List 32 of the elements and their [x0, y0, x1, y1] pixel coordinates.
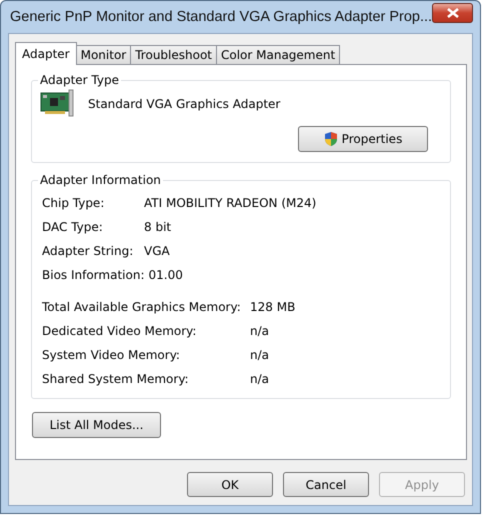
info-value: 01.00 [148, 268, 183, 282]
dialog-button[interactable]: OK [187, 472, 273, 497]
info-value: ATI MOBILITY RADEON (M24) [144, 196, 316, 210]
list-modes-button[interactable]: List All Modes... [32, 412, 161, 438]
window-title: Generic PnP Monitor and Standard VGA Graphics Adapter Prop... [9, 9, 432, 25]
group-title: Adapter Information [39, 173, 162, 187]
memory-label: Shared System Memory: [42, 372, 190, 386]
info-label: DAC Type: [42, 220, 104, 234]
adapter-name: Standard VGA Graphics Adapter [88, 97, 280, 111]
group-title: Adapter Type [39, 73, 120, 87]
graphics-card-icon [40, 89, 76, 119]
info-value: VGA [144, 244, 170, 258]
close-button[interactable] [432, 3, 473, 23]
info-value: 8 bit [144, 220, 172, 234]
shield-icon [324, 131, 338, 147]
info-label: Bios Information: [42, 268, 144, 282]
memory-label: Dedicated Video Memory: [42, 324, 198, 338]
info-label: Chip Type: [42, 196, 106, 210]
close-icon [446, 8, 459, 18]
properties-button[interactable]: Properties [298, 126, 428, 152]
tab[interactable]: Color Management [216, 45, 340, 64]
info-label: Adapter String: [42, 244, 134, 258]
memory-value: n/a [250, 348, 270, 362]
tab[interactable]: Troubleshoot [130, 45, 217, 64]
memory-label: Total Available Graphics Memory: [42, 300, 242, 314]
memory-value: n/a [250, 324, 270, 338]
tab[interactable]: Monitor [76, 45, 132, 64]
memory-value: 128 MB [250, 300, 296, 314]
tab[interactable]: Adapter [15, 42, 77, 65]
dialog-button[interactable]: Cancel [283, 472, 369, 497]
memory-label: System Video Memory: [42, 348, 181, 362]
memory-value: n/a [250, 372, 270, 386]
